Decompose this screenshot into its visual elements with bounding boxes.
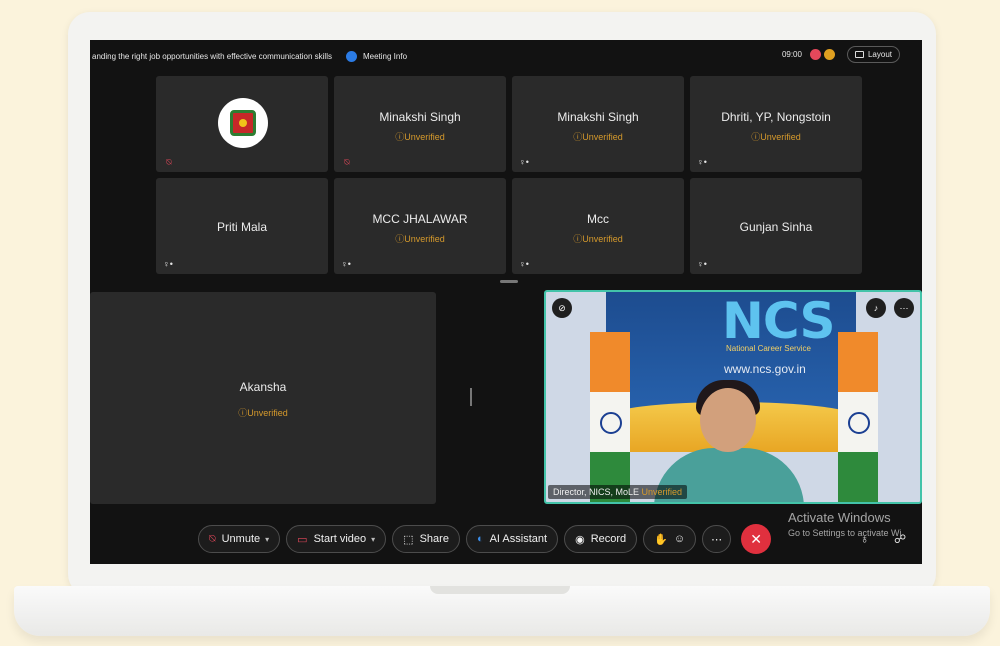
unverified-badge: ⓘUnverified — [573, 234, 623, 244]
more-icon: ⋯ — [711, 533, 723, 546]
activate-windows-watermark: Activate Windows Go to Settings to activ… — [788, 510, 902, 538]
meeting-title: anding the right job opportunities with … — [92, 51, 332, 61]
muted-mic-icon: ⍉ — [344, 157, 350, 167]
grid-resize-handle[interactable] — [500, 280, 518, 283]
people-icon[interactable]: ♁ — [860, 532, 869, 546]
watermark-line-2: Go to Settings to activate Wi — [788, 528, 902, 538]
meeting-info-button[interactable]: Meeting Info — [345, 50, 408, 62]
muted-mic-icon: ⍉ — [209, 532, 216, 545]
participant-tile[interactable]: MCC JHALAWAR ⓘUnverified ♀• — [334, 178, 506, 274]
meeting-info-label: Meeting Info — [362, 51, 408, 61]
stage-tile[interactable]: Akansha ⓘUnverified — [90, 292, 436, 504]
mic-icon: ♀• — [519, 259, 529, 269]
split-resize-handle[interactable] — [470, 388, 472, 406]
speaker-head — [700, 388, 756, 452]
control-bar: ⍉ Unmute ▾ ▭ Start video ▾ ⬚ Share ◐ AI … — [198, 524, 772, 554]
participant-tile[interactable]: Minakshi Singh ⓘUnverified ⍉ — [334, 76, 506, 172]
ai-icon: ◐ — [476, 533, 484, 545]
meeting-screen: anding the right job opportunities with … — [90, 40, 922, 564]
unverified-badge: ⓘUnverified — [395, 132, 445, 142]
share-label: Share — [419, 533, 449, 545]
stage-participant-name: Akansha — [239, 380, 287, 394]
participant-name: Mcc — [587, 212, 609, 226]
flag-left — [590, 332, 630, 502]
more-options-button[interactable]: ⋯ — [702, 525, 732, 553]
more-icon[interactable]: ⋯ — [894, 298, 914, 318]
laptop-notch — [430, 586, 570, 594]
unmute-button[interactable]: ⍉ Unmute ▾ — [198, 525, 281, 553]
participant-name: Minakshi Singh — [379, 110, 461, 124]
chevron-down-icon[interactable]: ▾ — [371, 535, 375, 544]
participant-name: Dhriti, YP, Nongstoin — [721, 110, 831, 124]
ncs-logo-subtitle: National Career Service — [726, 344, 811, 353]
backdrop-url: www.ncs.gov.in — [724, 362, 806, 376]
participant-tile[interactable]: Dhriti, YP, Nongstoin ⓘUnverified ♀• — [690, 76, 862, 172]
watermark-line-1: Activate Windows — [788, 510, 891, 525]
unverified-badge: ⓘUnverified — [573, 132, 623, 142]
reactions-group[interactable]: ✋ ☺ — [643, 525, 697, 553]
participant-tile[interactable]: ⍉ — [156, 76, 328, 172]
participant-name: MCC JHALAWAR — [372, 212, 468, 226]
mic-icon: ♀• — [697, 259, 707, 269]
participant-name: Minakshi Singh — [557, 110, 639, 124]
hand-icon[interactable]: ✋ — [654, 533, 668, 546]
mic-icon: ♀• — [697, 157, 707, 167]
participant-tile[interactable]: Mcc ⓘUnverified ♀• — [512, 178, 684, 274]
speaker-name: Director, NICS, MoLE — [553, 487, 640, 497]
top-bar: anding the right job opportunities with … — [90, 40, 922, 72]
unverified-badge: ⓘUnverified — [238, 408, 288, 418]
muted-mic-icon: ⍉ — [166, 157, 172, 167]
active-speaker-video[interactable]: NCS National Career Service www.ncs.gov.… — [544, 290, 922, 504]
organization-logo — [218, 98, 268, 148]
ncs-logo-text: NCS — [722, 292, 835, 350]
share-icon: ⬚ — [403, 533, 414, 546]
recording-indicator-icon[interactable] — [809, 49, 821, 60]
ai-assistant-button[interactable]: ◐ AI Assistant — [465, 525, 559, 553]
layout-button[interactable]: Layout — [846, 46, 900, 63]
meeting-timer: 09:00 — [781, 50, 802, 59]
ai-assistant-label: AI Assistant — [489, 533, 548, 545]
participant-name: Priti Mala — [216, 220, 267, 234]
chevron-down-icon[interactable]: ▾ — [265, 535, 269, 544]
unverified-badge: ⓘUnverified — [395, 234, 445, 244]
end-call-button[interactable]: ✕ — [741, 524, 772, 554]
mic-icon: ♀• — [519, 157, 529, 167]
warning-indicator-icon[interactable] — [823, 49, 835, 60]
video-caption: Director, NICS, MoLE Unverified — [548, 485, 688, 499]
video-icon: ▭ — [297, 533, 308, 546]
share-button[interactable]: ⬚ Share — [392, 525, 460, 553]
flag-right — [838, 332, 878, 502]
mic-icon: ♀• — [163, 259, 173, 269]
reaction-icon[interactable]: ☺ — [674, 533, 685, 545]
top-bar-right: 09:00 Layout — [782, 46, 900, 63]
participant-tile[interactable]: Minakshi Singh ⓘUnverified ♀• — [512, 76, 684, 172]
unverified-badge: Unverified — [641, 487, 683, 497]
chat-icon[interactable]: ☍ — [894, 532, 906, 546]
record-label: Record — [590, 533, 627, 545]
info-icon — [345, 50, 357, 62]
record-icon: ◉ — [575, 533, 585, 546]
mic-icon: ♀• — [341, 259, 351, 269]
participant-name: Gunjan Sinha — [739, 220, 813, 234]
layout-icon — [854, 51, 864, 58]
unmute-label: Unmute — [221, 533, 261, 545]
close-icon: ✕ — [750, 530, 762, 547]
record-button[interactable]: ◉ Record — [564, 525, 638, 553]
mic-icon[interactable]: ♪ — [866, 298, 886, 318]
pin-icon[interactable]: ⊘ — [552, 298, 572, 318]
start-video-button[interactable]: ▭ Start video ▾ — [286, 525, 387, 553]
start-video-label: Start video — [313, 533, 367, 545]
layout-label: Layout — [867, 50, 892, 59]
unverified-badge: ⓘUnverified — [751, 132, 801, 142]
participant-tile[interactable]: Priti Mala ♀• — [156, 178, 328, 274]
participant-tile[interactable]: Gunjan Sinha ♀• — [690, 178, 862, 274]
